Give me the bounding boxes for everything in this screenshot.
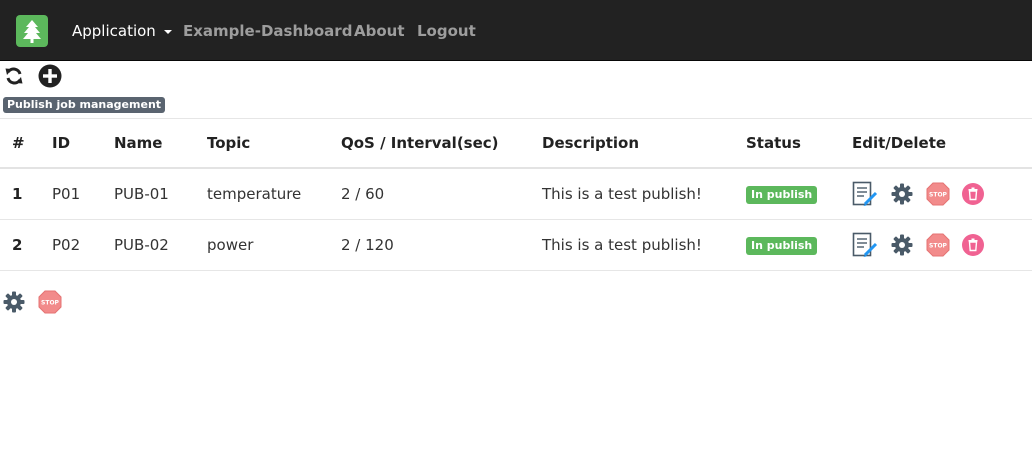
table-header-row: # ID Name Topic QoS / Interval(sec) Desc… [0, 118, 1032, 169]
row-name: PUB-01 [114, 168, 207, 220]
stop-icon[interactable]: STOP [38, 290, 62, 314]
row-status-cell: In publish [746, 168, 852, 220]
row-description: This is a test publish! [542, 219, 746, 271]
brand-logo[interactable] [16, 15, 48, 47]
row-qos-interval: 2 / 120 [341, 219, 542, 271]
delete-icon[interactable] [962, 183, 985, 205]
row-status-cell: In publish [746, 219, 852, 271]
status-badge: In publish [746, 237, 818, 255]
col-header-description: Description [542, 118, 746, 169]
row-description: This is a test publish! [542, 168, 746, 220]
row-topic: temperature [207, 168, 341, 220]
settings-icon[interactable] [891, 234, 913, 256]
row-id: P02 [52, 219, 114, 271]
stop-label: STOP [929, 243, 948, 250]
publish-jobs-table: # ID Name Topic QoS / Interval(sec) Desc… [0, 118, 1032, 271]
row-actions: STOP [852, 219, 1032, 271]
table-row: 1 P01 PUB-01 temperature 2 / 60 This is … [0, 168, 1032, 220]
col-header-topic: Topic [207, 118, 341, 169]
stop-label: STOP [41, 300, 60, 307]
tree-icon [23, 20, 41, 43]
stop-label: STOP [929, 192, 948, 199]
edit-icon[interactable] [852, 181, 878, 207]
col-header-index: # [0, 118, 52, 169]
row-actions: STOP [852, 168, 1032, 220]
row-index: 2 [0, 219, 52, 271]
col-header-qos-interval: QoS / Interval(sec) [341, 118, 542, 169]
nav-about[interactable]: About [354, 20, 405, 42]
toolbar-tooltip: Publish job management [3, 97, 166, 113]
row-index: 1 [0, 168, 52, 220]
col-header-status: Status [746, 118, 852, 169]
caret-down-icon [163, 29, 172, 34]
navbar: Application Example-Dashboard About Logo… [0, 0, 1032, 61]
nav-application-dropdown[interactable]: Application [72, 20, 172, 42]
col-header-name: Name [114, 118, 207, 169]
row-topic: power [207, 219, 341, 271]
plus-circle-icon[interactable] [38, 64, 62, 88]
edit-icon[interactable] [852, 232, 878, 258]
stop-icon[interactable]: STOP [926, 233, 950, 257]
settings-icon[interactable] [3, 291, 25, 313]
nav-application-label: Application [72, 22, 156, 40]
col-header-edit-delete: Edit/Delete [852, 118, 1032, 169]
settings-icon[interactable] [891, 183, 913, 205]
delete-icon[interactable] [962, 234, 985, 256]
table-row: 2 P02 PUB-02 power 2 / 120 This is a tes… [0, 219, 1032, 271]
col-header-id: ID [52, 118, 114, 169]
refresh-icon[interactable] [4, 66, 24, 86]
nav-logout[interactable]: Logout [417, 20, 476, 42]
row-qos-interval: 2 / 60 [341, 168, 542, 220]
nav-example-dashboard[interactable]: Example-Dashboard [183, 20, 352, 42]
row-id: P01 [52, 168, 114, 220]
status-badge: In publish [746, 186, 818, 204]
row-name: PUB-02 [114, 219, 207, 271]
stop-icon[interactable]: STOP [926, 182, 950, 206]
